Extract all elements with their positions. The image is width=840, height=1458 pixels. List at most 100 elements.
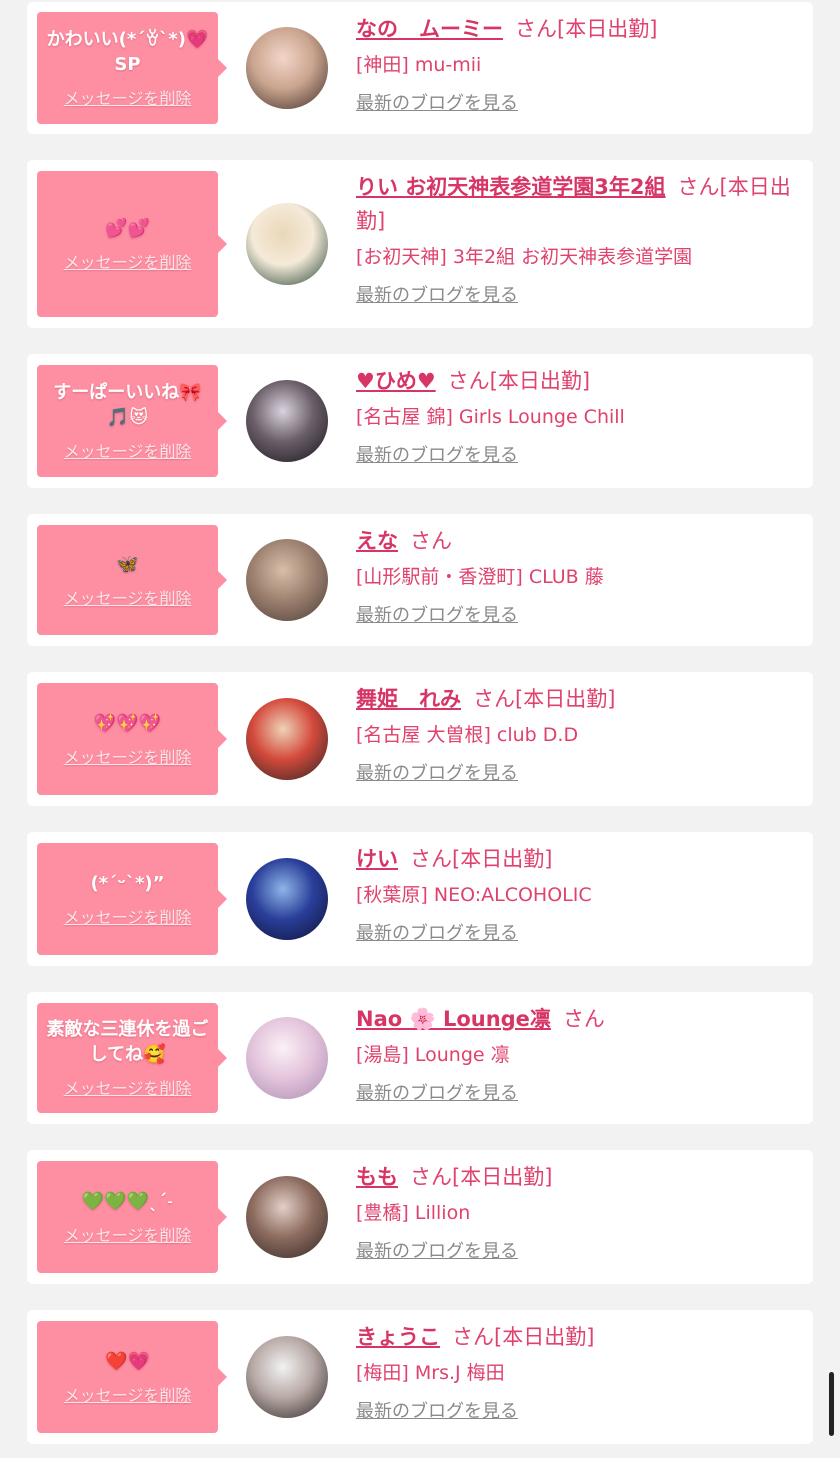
- latest-blog-link[interactable]: 最新のブログを見る: [356, 90, 518, 118]
- avatar[interactable]: [246, 380, 328, 462]
- message-bubble: 💚💚💚ˎˊ˗ メッセージを削除: [37, 1161, 227, 1273]
- avatar[interactable]: [246, 1336, 328, 1418]
- message-text: すーぱーいいね🎀🎵😻: [53, 382, 202, 428]
- message-bubble: 🦋 メッセージを削除: [37, 525, 227, 635]
- cast-name-suffix: さん: [562, 1007, 605, 1031]
- cast-name-suffix: さん[本日出勤]: [410, 1165, 553, 1189]
- store-label: [名古屋 錦] Girls Lounge Chill: [356, 406, 625, 428]
- cast-info: けい さん[本日出勤] [秋葉原] NEO:ALCOHOLIC 最新のブログを見る: [356, 842, 803, 948]
- cast-name-suffix: さん[本日出勤]: [473, 687, 616, 711]
- store-label: [山形駅前・香澄町] CLUB 藤: [356, 566, 604, 588]
- message-card: ❤️💗 メッセージを削除 きょうこ さん[本日出勤] [梅田] Mrs.J 梅田 …: [27, 1310, 813, 1444]
- cast-name-line: けい さん[本日出勤]: [356, 842, 803, 876]
- latest-blog-link[interactable]: 最新のブログを見る: [356, 442, 518, 470]
- delete-message-link[interactable]: メッセージを削除: [64, 438, 192, 462]
- message-card: かわいい(*´ꈊ`*)💗SP メッセージを削除 なの ムーミー さん[本日出勤] …: [27, 2, 813, 134]
- cast-name-suffix: さん[本日出勤]: [452, 1325, 595, 1349]
- store-label: [お初天神] 3年2組 お初天神表参道学園: [356, 246, 693, 268]
- store-label: [名古屋 大曽根] club D.D: [356, 724, 579, 746]
- message-text: 💕💕: [105, 217, 150, 239]
- cast-name-line: もも さん[本日出勤]: [356, 1160, 803, 1194]
- delete-message-link[interactable]: メッセージを削除: [64, 585, 192, 609]
- delete-message-link[interactable]: メッセージを削除: [64, 249, 192, 273]
- cast-name-link[interactable]: きょうこ: [356, 1325, 440, 1349]
- cast-name-suffix: さん[本日出勤]: [447, 369, 591, 393]
- message-card: すーぱーいいね🎀🎵😻 メッセージを削除 ♥ひめ♥ さん[本日出勤] [名古屋 錦]…: [27, 354, 813, 488]
- latest-blog-link[interactable]: 最新のブログを見る: [356, 1080, 518, 1108]
- cast-name-link[interactable]: 舞姫 れみ: [356, 687, 461, 711]
- cast-info: なの ムーミー さん[本日出勤] [神田] mu-mii 最新のブログを見る: [356, 12, 803, 118]
- delete-message-link[interactable]: メッセージを削除: [64, 1222, 192, 1246]
- latest-blog-link[interactable]: 最新のブログを見る: [356, 920, 518, 948]
- message-text: 💚💚💚ˎˊ˗: [81, 1190, 174, 1212]
- avatar[interactable]: [246, 203, 328, 285]
- store-label: [豊橋] Lillion: [356, 1202, 471, 1224]
- delete-message-link[interactable]: メッセージを削除: [64, 744, 192, 768]
- message-bubble: 💖💖💖 メッセージを削除: [37, 683, 227, 795]
- message-text: 💖💖💖: [93, 712, 162, 734]
- scrollbar-thumb[interactable]: [829, 1372, 834, 1436]
- latest-blog-link[interactable]: 最新のブログを見る: [356, 760, 518, 788]
- cast-name-line: 舞姫 れみ さん[本日出勤]: [356, 682, 803, 716]
- cast-info: きょうこ さん[本日出勤] [梅田] Mrs.J 梅田 最新のブログを見る: [356, 1320, 803, 1426]
- message-text: 素敵な三連休を過ごしてね🥰: [46, 1019, 209, 1065]
- store-label: [神田] mu-mii: [356, 54, 482, 76]
- cast-name-line: えな さん: [356, 524, 803, 558]
- message-text: ❤️💗: [105, 1350, 150, 1372]
- cast-name-line: りい お初天神表参道学園3年2組 さん[本日出勤]: [356, 170, 803, 238]
- latest-blog-link[interactable]: 最新のブログを見る: [356, 1238, 518, 1266]
- avatar[interactable]: [246, 858, 328, 940]
- store-label: [秋葉原] NEO:ALCOHOLIC: [356, 884, 592, 906]
- delete-message-link[interactable]: メッセージを削除: [64, 904, 192, 928]
- message-bubble: ❤️💗 メッセージを削除: [37, 1321, 227, 1433]
- cast-info: Nao 🌸 Lounge凛 さん [湯島] Lounge 凛 最新のブログを見る: [356, 1002, 803, 1108]
- message-card: 素敵な三連休を過ごしてね🥰 メッセージを削除 Nao 🌸 Lounge凛 さん […: [27, 992, 813, 1124]
- cast-name-line: ♥ひめ♥ さん[本日出勤]: [356, 364, 803, 398]
- avatar[interactable]: [246, 27, 328, 109]
- latest-blog-link[interactable]: 最新のブログを見る: [356, 602, 518, 630]
- cast-name-link[interactable]: もも: [356, 1165, 398, 1189]
- avatar[interactable]: [246, 1176, 328, 1258]
- message-bubble: 💕💕 メッセージを削除: [37, 171, 227, 317]
- cast-info: えな さん [山形駅前・香澄町] CLUB 藤 最新のブログを見る: [356, 524, 803, 630]
- cast-name-link[interactable]: Nao 🌸 Lounge凛: [356, 1007, 551, 1031]
- cast-info: りい お初天神表参道学園3年2組 さん[本日出勤] [お初天神] 3年2組 お初天…: [356, 170, 803, 310]
- message-bubble: (*ˊᵕˋ*)” メッセージを削除: [37, 843, 227, 955]
- latest-blog-link[interactable]: 最新のブログを見る: [356, 1398, 518, 1426]
- message-bubble: すーぱーいいね🎀🎵😻 メッセージを削除: [37, 365, 227, 477]
- delete-message-link[interactable]: メッセージを削除: [64, 1382, 192, 1406]
- delete-message-link[interactable]: メッセージを削除: [64, 1075, 192, 1099]
- cast-name-suffix: さん: [410, 529, 452, 553]
- message-text: 🦋: [116, 553, 139, 575]
- message-list: かわいい(*´ꈊ`*)💗SP メッセージを削除 なの ムーミー さん[本日出勤] …: [0, 0, 840, 1458]
- avatar[interactable]: [246, 539, 328, 621]
- cast-name-link[interactable]: えな: [356, 529, 398, 553]
- message-text: かわいい(*´ꈊ`*)💗SP: [46, 29, 209, 75]
- avatar[interactable]: [246, 1017, 328, 1099]
- message-card: 💕💕 メッセージを削除 りい お初天神表参道学園3年2組 さん[本日出勤] [お初…: [27, 160, 813, 328]
- cast-name-line: なの ムーミー さん[本日出勤]: [356, 12, 803, 46]
- cast-info: もも さん[本日出勤] [豊橋] Lillion 最新のブログを見る: [356, 1160, 803, 1266]
- store-label: [梅田] Mrs.J 梅田: [356, 1362, 505, 1384]
- message-card: 💚💚💚ˎˊ˗ メッセージを削除 もも さん[本日出勤] [豊橋] Lillion …: [27, 1150, 813, 1284]
- store-label: [湯島] Lounge 凛: [356, 1044, 510, 1066]
- cast-name-link[interactable]: りい お初天神表参道学園3年2組: [356, 175, 666, 199]
- cast-info: ♥ひめ♥ さん[本日出勤] [名古屋 錦] Girls Lounge Chill …: [356, 364, 803, 470]
- message-card: 🦋 メッセージを削除 えな さん [山形駅前・香澄町] CLUB 藤 最新のブログ…: [27, 514, 813, 646]
- cast-name-link[interactable]: なの ムーミー: [356, 17, 503, 41]
- delete-message-link[interactable]: メッセージを削除: [64, 85, 192, 109]
- avatar[interactable]: [246, 698, 328, 780]
- cast-name-line: Nao 🌸 Lounge凛 さん: [356, 1002, 803, 1036]
- message-card: (*ˊᵕˋ*)” メッセージを削除 けい さん[本日出勤] [秋葉原] NEO:A…: [27, 832, 813, 966]
- cast-name-link[interactable]: ♥ひめ♥: [356, 369, 436, 393]
- message-text: (*ˊᵕˋ*)”: [90, 872, 165, 894]
- message-card: 💖💖💖 メッセージを削除 舞姫 れみ さん[本日出勤] [名古屋 大曽根] clu…: [27, 672, 813, 806]
- cast-name-suffix: さん[本日出勤]: [410, 847, 553, 871]
- cast-info: 舞姫 れみ さん[本日出勤] [名古屋 大曽根] club D.D 最新のブログを…: [356, 682, 803, 788]
- cast-name-line: きょうこ さん[本日出勤]: [356, 1320, 803, 1354]
- cast-name-suffix: さん[本日出勤]: [515, 17, 658, 41]
- latest-blog-link[interactable]: 最新のブログを見る: [356, 282, 518, 310]
- message-bubble: かわいい(*´ꈊ`*)💗SP メッセージを削除: [37, 12, 227, 124]
- cast-name-link[interactable]: けい: [356, 847, 398, 871]
- message-bubble: 素敵な三連休を過ごしてね🥰 メッセージを削除: [37, 1003, 227, 1113]
